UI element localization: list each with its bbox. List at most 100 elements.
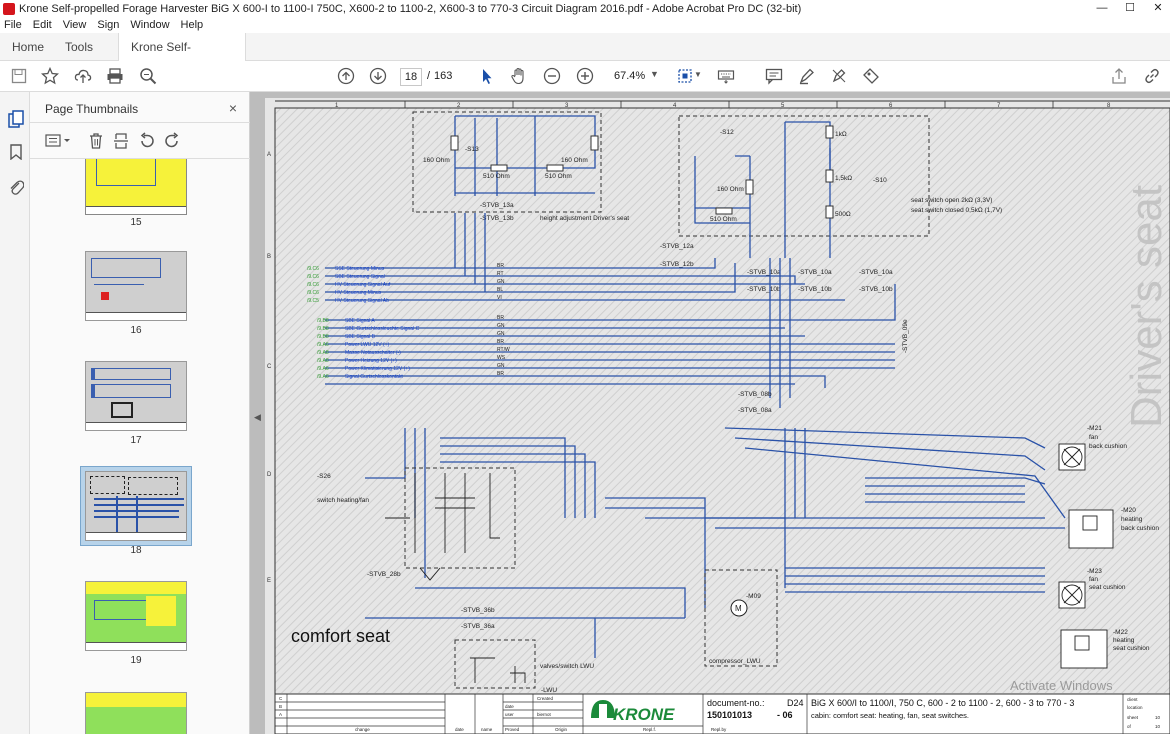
component-desc: fan: [1089, 434, 1098, 441]
rotate-right-icon[interactable]: [163, 132, 181, 150]
fit-dropdown-icon[interactable]: ▼: [694, 70, 702, 79]
page-thumbnails-icon[interactable]: [8, 110, 24, 128]
zoom-level[interactable]: 67.4%: [614, 70, 645, 82]
comment-tool-icon[interactable]: [765, 67, 783, 85]
thumbnail-page[interactable]: [85, 159, 187, 215]
tab-home[interactable]: Home: [0, 33, 56, 61]
previous-page-icon[interactable]: [337, 67, 355, 85]
component-desc: seat cushion: [1089, 584, 1126, 591]
main-toolbar: 18 / 163 67.4% ▼ ▼: [0, 61, 1170, 92]
thumbnail-page[interactable]: [85, 361, 187, 431]
fit-page-icon[interactable]: [676, 67, 694, 85]
connector-label: -STVB_08a: [738, 407, 772, 414]
tb-sheet-code: D24: [787, 698, 804, 708]
menu-sign[interactable]: Sign: [97, 19, 119, 31]
thumbnails-panel: Page Thumbnails × 15 16 17 18 19: [30, 92, 275, 734]
component-desc: heating: [1113, 637, 1135, 644]
signal-name[interactable]: Power LWU 12V (+): [345, 342, 390, 348]
logo-text: KRONE: [613, 705, 675, 724]
next-page-icon[interactable]: [369, 67, 387, 85]
wire-code: BR: [497, 315, 504, 321]
annotation-text: seat switch open 2kΩ (3,3V): [911, 197, 992, 204]
tab-bar: Home Tools Krone Self-propelle...× ?: [0, 33, 1170, 85]
signal-ref: /9.B8: [317, 334, 329, 340]
tb-created: Created: [537, 696, 554, 701]
tb-docno-rev: - 06: [777, 710, 793, 720]
menu-view[interactable]: View: [63, 19, 87, 31]
signal-name[interactable]: HV Steuerung Minus: [335, 290, 382, 296]
zoom-search-icon[interactable]: [139, 67, 157, 85]
signal-name[interactable]: Signal Gurtschlosskontakt: [345, 374, 403, 380]
row-letter: E: [267, 578, 271, 584]
tb-name: name: [481, 727, 493, 732]
menu-bar: File Edit View Sign Window Help: [0, 17, 1170, 33]
signal-name[interactable]: HV Steuerung Signal Auf: [335, 282, 391, 288]
signal-ref: /9.A6: [317, 342, 329, 348]
thumbnail-options-icon[interactable]: [45, 134, 71, 148]
hand-tool-icon[interactable]: [510, 67, 528, 85]
signal-name[interactable]: SBE Signal B: [345, 334, 376, 340]
zoom-dropdown-icon[interactable]: ▼: [650, 69, 659, 79]
save-icon[interactable]: [10, 67, 28, 85]
menu-window[interactable]: Window: [130, 19, 169, 31]
tb-docno: 150101013: [707, 710, 752, 720]
signal-name[interactable]: Masse Notausschalter (-): [345, 350, 401, 356]
signal-name[interactable]: SBE Signal A: [345, 318, 375, 324]
section-title: comfort seat: [291, 626, 390, 646]
select-cursor-icon[interactable]: [478, 67, 496, 85]
page-number-input[interactable]: 18: [400, 68, 422, 86]
link-icon[interactable]: [1143, 67, 1161, 85]
highlight-pen-icon[interactable]: [798, 67, 816, 85]
tab-document[interactable]: Krone Self-propelle...×: [118, 33, 246, 82]
rev-letter: B: [279, 704, 282, 709]
rotate-left-icon[interactable]: [138, 132, 156, 150]
extract-page-icon[interactable]: [113, 132, 129, 150]
delete-page-icon[interactable]: [88, 132, 104, 150]
keyboard-icon[interactable]: [717, 67, 735, 85]
thumbnail-label: 16: [130, 325, 142, 336]
collapse-panel-arrow-icon[interactable]: ◀: [254, 412, 261, 423]
component-m20: -M20: [1121, 507, 1136, 514]
signal-name[interactable]: Power Klimatisierung 12V (+): [345, 366, 410, 372]
print-icon[interactable]: [106, 67, 124, 85]
thumbnail-page[interactable]: [85, 251, 187, 321]
zoom-in-icon[interactable]: [576, 67, 594, 85]
thumbnail-page-current[interactable]: [85, 471, 187, 541]
resistor-label: 510 Ohm: [710, 216, 737, 223]
menu-help[interactable]: Help: [181, 19, 204, 31]
close-window-button[interactable]: ✕: [1144, 0, 1170, 17]
tb-change: change: [355, 727, 370, 732]
upload-cloud-icon[interactable]: [74, 67, 92, 85]
maximize-button[interactable]: ☐: [1116, 0, 1144, 17]
signal-name[interactable]: SBE Steuerung Signal: [335, 274, 385, 280]
tab-tools[interactable]: Tools: [53, 33, 105, 61]
zoom-out-icon[interactable]: [543, 67, 561, 85]
attachments-icon[interactable]: [8, 178, 24, 196]
window-title: Krone Self-propelled Forage Harvester Bi…: [19, 2, 802, 15]
bookmark-star-icon[interactable]: [41, 67, 59, 85]
bookmarks-icon[interactable]: [9, 144, 23, 160]
signal-name[interactable]: SBE Gurtschlossleuchte Signal C: [345, 326, 420, 332]
fill-sign-icon[interactable]: [862, 67, 880, 85]
connector-label: -STVB_10b: [747, 286, 781, 293]
share-icon[interactable]: [1110, 67, 1128, 85]
signal-name[interactable]: HV Steuerung Signal Ab: [335, 298, 389, 304]
thumbnail-page[interactable]: [85, 581, 187, 651]
thumbnail-page[interactable]: [85, 692, 187, 734]
thumbnail-label: 15: [130, 217, 142, 228]
tb-date: date: [505, 704, 514, 709]
signal-ref: /9.C5: [307, 298, 319, 304]
signal-name[interactable]: SSE Steuerung Minus: [335, 266, 385, 272]
activation-watermark: Activate Windows: [1010, 678, 1113, 693]
panel-close-icon[interactable]: ×: [229, 100, 237, 116]
minimize-button[interactable]: —: [1088, 0, 1116, 17]
resistor-label: 160 Ohm: [423, 157, 450, 164]
signal-name[interactable]: Power Heizung 12V (+): [345, 358, 397, 364]
tb-of-value: 10: [1155, 724, 1161, 729]
menu-edit[interactable]: Edit: [33, 19, 52, 31]
connector-label: -STVB_12b: [660, 261, 694, 268]
row-letter: A: [267, 152, 271, 158]
wire-code: BL: [497, 287, 503, 293]
menu-file[interactable]: File: [4, 19, 22, 31]
draw-pen-icon[interactable]: [830, 67, 848, 85]
